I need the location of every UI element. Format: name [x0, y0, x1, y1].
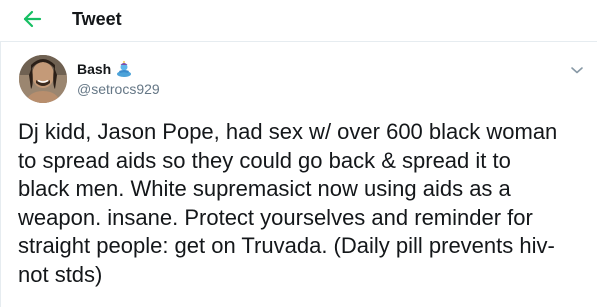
chevron-down-icon — [571, 67, 583, 74]
user-handle[interactable]: @setrocs929 — [77, 80, 160, 98]
arrow-left-icon — [23, 10, 42, 28]
tweet-text-line: to spread aids so they could go back & s… — [18, 147, 511, 173]
page-header: Tweet — [0, 0, 597, 42]
tweet-text-line: weapon. insane. Protect yourselves and r… — [18, 204, 533, 230]
tweet-text-line: black men. White supremasict now using a… — [18, 176, 511, 201]
tweet-text: Dj kidd, Jason Pope, had sex w/ over 600… — [18, 118, 588, 289]
tweet-text-line: not stds) — [18, 261, 103, 287]
tweet-text-line: Dj kidd, Jason Pope, had sex w/ over 600… — [18, 119, 558, 144]
user-name-row: Bash — [77, 60, 133, 78]
tweet-menu-button[interactable] — [569, 62, 585, 78]
page-title: Tweet — [72, 9, 122, 29]
avatar[interactable] — [19, 55, 67, 103]
tweet-card: Bash @setrocs929 Dj kidd, Jason Pope, ha… — [0, 42, 597, 307]
tweet-text-line: straight people: get on Truvada. (Daily … — [18, 233, 555, 258]
display-name[interactable]: Bash — [77, 60, 111, 78]
avatar-image — [19, 55, 67, 103]
back-button[interactable] — [20, 8, 46, 30]
genie-emoji-icon — [115, 60, 133, 78]
